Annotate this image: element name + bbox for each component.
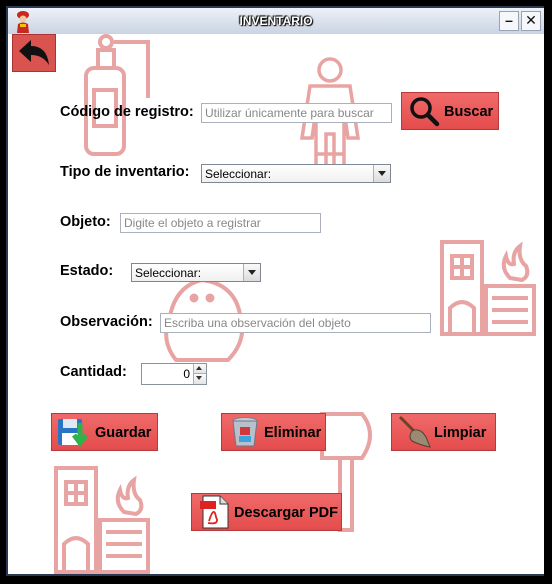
window-title: INVENTARIO bbox=[239, 14, 313, 28]
pdf-file-icon bbox=[200, 495, 229, 529]
recycle-bin-icon bbox=[232, 417, 258, 447]
title-bar[interactable]: INVENTARIO – ✕ bbox=[8, 8, 544, 35]
window-frame: INVENTARIO – ✕ Código de registro: Utili… bbox=[0, 0, 552, 584]
guardar-button[interactable]: Guardar bbox=[51, 413, 158, 451]
fire-station-bottom-decor-icon bbox=[54, 466, 150, 574]
minimize-button[interactable]: – bbox=[499, 11, 519, 31]
objeto-input[interactable]: Digite el objeto a registrar bbox=[120, 213, 321, 233]
broom-icon bbox=[398, 415, 431, 448]
chevron-down-icon[interactable] bbox=[243, 264, 260, 281]
cantidad-value: 0 bbox=[183, 367, 190, 381]
eliminar-button[interactable]: Eliminar bbox=[221, 413, 326, 451]
limpiar-button[interactable]: Limpiar bbox=[391, 413, 496, 451]
guardar-label: Guardar bbox=[95, 425, 152, 441]
descargar-pdf-button[interactable]: Descargar PDF bbox=[191, 493, 342, 531]
tipo-selected: Seleccionar: bbox=[205, 167, 272, 181]
magnifier-icon bbox=[410, 97, 440, 127]
estado-select[interactable]: Seleccionar: bbox=[131, 263, 261, 282]
buscar-label: Buscar bbox=[444, 104, 494, 120]
fire-station-decor-icon bbox=[440, 240, 536, 336]
descargar-pdf-label: Descargar PDF bbox=[234, 505, 338, 521]
estado-label: Estado: bbox=[60, 263, 114, 279]
chevron-down-icon[interactable] bbox=[373, 165, 390, 182]
buscar-button[interactable]: Buscar bbox=[401, 92, 499, 130]
close-button[interactable]: ✕ bbox=[521, 11, 541, 31]
back-arrow-icon bbox=[19, 40, 49, 65]
form-panel: Código de registro: Utilizar únicamente … bbox=[8, 34, 544, 574]
tipo-select[interactable]: Seleccionar: bbox=[201, 164, 391, 183]
cantidad-label: Cantidad: bbox=[60, 364, 127, 380]
increment-icon[interactable] bbox=[193, 364, 206, 374]
eliminar-label: Eliminar bbox=[264, 425, 322, 441]
observacion-label: Observación: bbox=[60, 314, 153, 330]
tipo-label: Tipo de inventario: bbox=[60, 164, 190, 180]
floppy-save-icon bbox=[58, 419, 88, 448]
cantidad-stepper[interactable]: 0 bbox=[141, 363, 207, 385]
codigo-label: Código de registro: bbox=[60, 104, 194, 120]
codigo-input[interactable]: Utilizar únicamente para buscar bbox=[201, 103, 392, 123]
observacion-input[interactable]: Escriba una observación del objeto bbox=[160, 313, 431, 333]
fire-extinguisher-decor-icon bbox=[84, 34, 150, 156]
limpiar-label: Limpiar bbox=[434, 425, 487, 441]
decrement-icon[interactable] bbox=[193, 374, 206, 384]
estado-selected: Seleccionar: bbox=[135, 266, 202, 280]
back-button[interactable] bbox=[12, 34, 56, 72]
objeto-label: Objeto: bbox=[60, 214, 111, 230]
